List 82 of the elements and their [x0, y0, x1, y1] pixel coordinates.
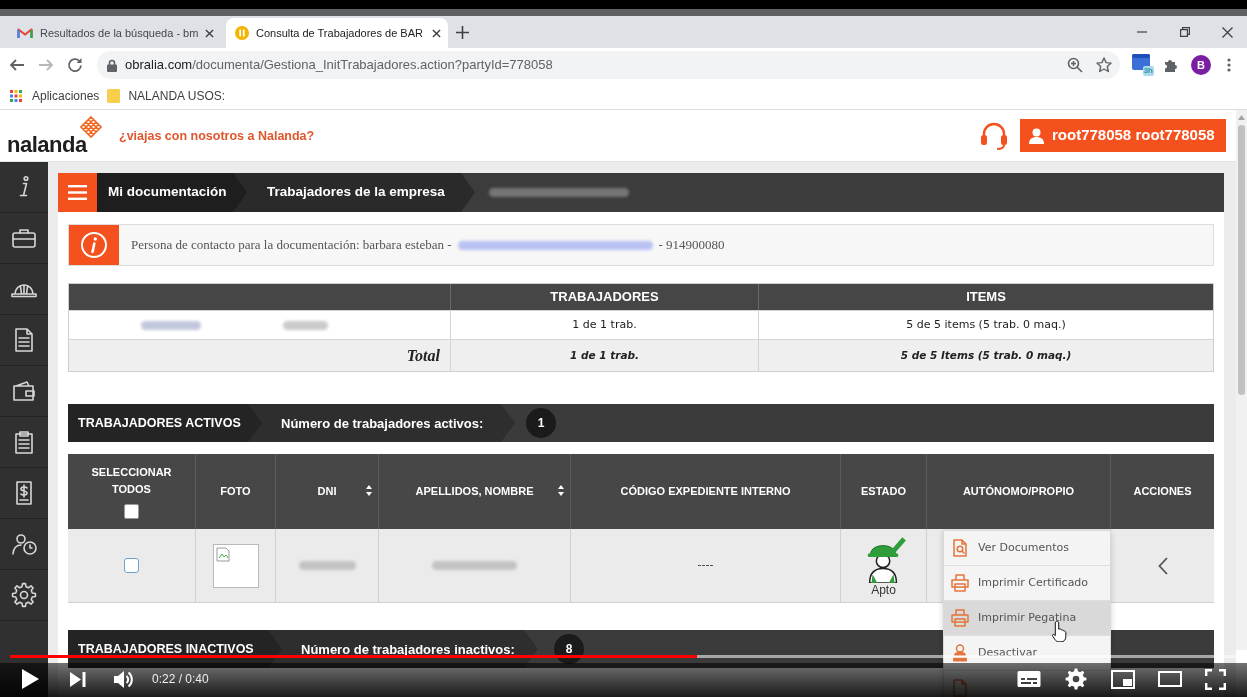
table-cell: ----	[571, 529, 841, 602]
phone-number: - 914900080	[658, 236, 725, 255]
count-badge: 1	[526, 408, 556, 438]
favicon-icon	[235, 26, 249, 40]
table-cell-text: 5 de 5 Items (5 trab. 0 maq.)	[899, 347, 1073, 363]
total-label: Total	[69, 340, 451, 371]
fullscreen-icon[interactable]	[1205, 668, 1226, 690]
column-header: ESTADO	[861, 484, 906, 499]
checkbox[interactable]	[124, 504, 139, 519]
checkbox[interactable]	[124, 558, 139, 573]
back-arrow-icon[interactable]	[9, 57, 25, 73]
menu-icon	[68, 185, 87, 200]
apps-grid-icon	[10, 89, 22, 102]
folder-icon	[107, 88, 121, 103]
more-menu-icon[interactable]	[1227, 58, 1231, 72]
miniplayer-icon[interactable]	[1111, 669, 1135, 689]
section-title: TRABAJADORES ACTIVOS	[68, 404, 262, 442]
reload-icon[interactable]	[67, 57, 83, 73]
sort-icon[interactable]	[558, 485, 564, 496]
browser-tab[interactable]: Consulta de Trabajadores de BAR	[226, 18, 448, 48]
scrollbar-thumb[interactable]	[1238, 125, 1245, 395]
puzzle-icon[interactable]	[1163, 57, 1179, 73]
progress-track[interactable]	[10, 655, 1236, 658]
logo-wordmark: nalanda	[7, 133, 89, 156]
column-header: FOTO	[220, 484, 251, 499]
new-tab-icon[interactable]	[456, 26, 469, 39]
user-icon	[1029, 127, 1044, 144]
printer-icon	[951, 609, 969, 627]
column-header: APELLIDOS, NOMBRE	[415, 484, 534, 499]
blurred-text	[283, 320, 328, 330]
close-icon[interactable]	[432, 28, 441, 38]
zoom-in-icon[interactable]	[1067, 57, 1083, 73]
column-header: ITEMS	[965, 288, 1007, 307]
column-header: AUTÓNOMO/PROPIO	[962, 484, 1075, 499]
profile-avatar[interactable]: B	[1191, 55, 1211, 75]
knot-logo-icon	[80, 115, 102, 138]
address-bar[interactable]: obralia.com/documenta/Gestiona_InitTrabajadores.action?partyId=778058	[97, 51, 1120, 79]
scrollbar[interactable]	[1236, 110, 1247, 650]
column-header: DNI	[317, 484, 337, 499]
user-clock-icon[interactable]	[11, 531, 37, 557]
bookmark[interactable]: NALANDA USOS:	[107, 86, 226, 105]
breadcrumb-link[interactable]: Mi documentación	[97, 173, 247, 212]
column-header: ACCIONES	[1133, 484, 1192, 499]
breadcrumb-link[interactable]: Trabajadores de la empresa	[233, 173, 475, 212]
bookmark[interactable]: Aplicaciones	[10, 86, 100, 105]
document-search-icon	[951, 539, 969, 557]
settings-icon[interactable]	[1065, 668, 1087, 690]
window-icon	[1132, 54, 1150, 70]
theater-mode-icon[interactable]	[1158, 671, 1182, 687]
contact-text: Persona de contacto para la documentación: barbara esteban -	[131, 236, 452, 255]
close-icon[interactable]	[205, 28, 215, 38]
time-display: 0:22 / 0:40	[152, 671, 209, 688]
star-icon[interactable]	[1096, 57, 1112, 73]
headset-icon	[980, 120, 1008, 151]
menu-button[interactable]	[58, 173, 97, 212]
blurred-text	[298, 561, 356, 570]
count-label: Número de trabajadores activos:	[248, 404, 515, 442]
person-icon	[951, 644, 969, 662]
browser-tab[interactable]: Resultados de la búsqueda - bm	[8, 18, 220, 48]
volume-icon[interactable]	[113, 669, 134, 689]
printer-icon	[951, 574, 969, 592]
wallet-icon[interactable]	[11, 378, 37, 404]
table-cell: 1 de 1 trab.	[451, 340, 759, 371]
blurred-text	[141, 320, 201, 330]
menu-item[interactable]: Imprimir Pegatina	[944, 601, 1110, 636]
column-header: CÓDIGO EXPEDIENTE INTERNO	[620, 484, 791, 499]
chevron-left-icon[interactable]	[1157, 556, 1168, 575]
table-cell-text: 5 de 5 items (5 trab. 0 maq.)	[905, 316, 1067, 333]
promo-link[interactable]: ¿viajas con nosotros a Nalanda?	[119, 127, 315, 146]
play-icon[interactable]	[20, 668, 40, 690]
column-header: SELECCIONAR TODOS	[90, 465, 173, 497]
settings-icon[interactable]	[11, 582, 37, 608]
next-icon[interactable]	[69, 670, 86, 688]
count-badge: 8	[554, 634, 584, 664]
status-label: Apto	[871, 582, 896, 597]
menu-item[interactable]: Ver Documentos	[944, 531, 1110, 566]
lock-icon	[107, 58, 117, 72]
mail-icon	[17, 27, 33, 39]
broken-image-icon	[215, 546, 230, 562]
restore-icon[interactable]	[1180, 27, 1190, 37]
sort-icon[interactable]	[366, 485, 372, 496]
close-window-icon[interactable]	[1222, 26, 1233, 38]
